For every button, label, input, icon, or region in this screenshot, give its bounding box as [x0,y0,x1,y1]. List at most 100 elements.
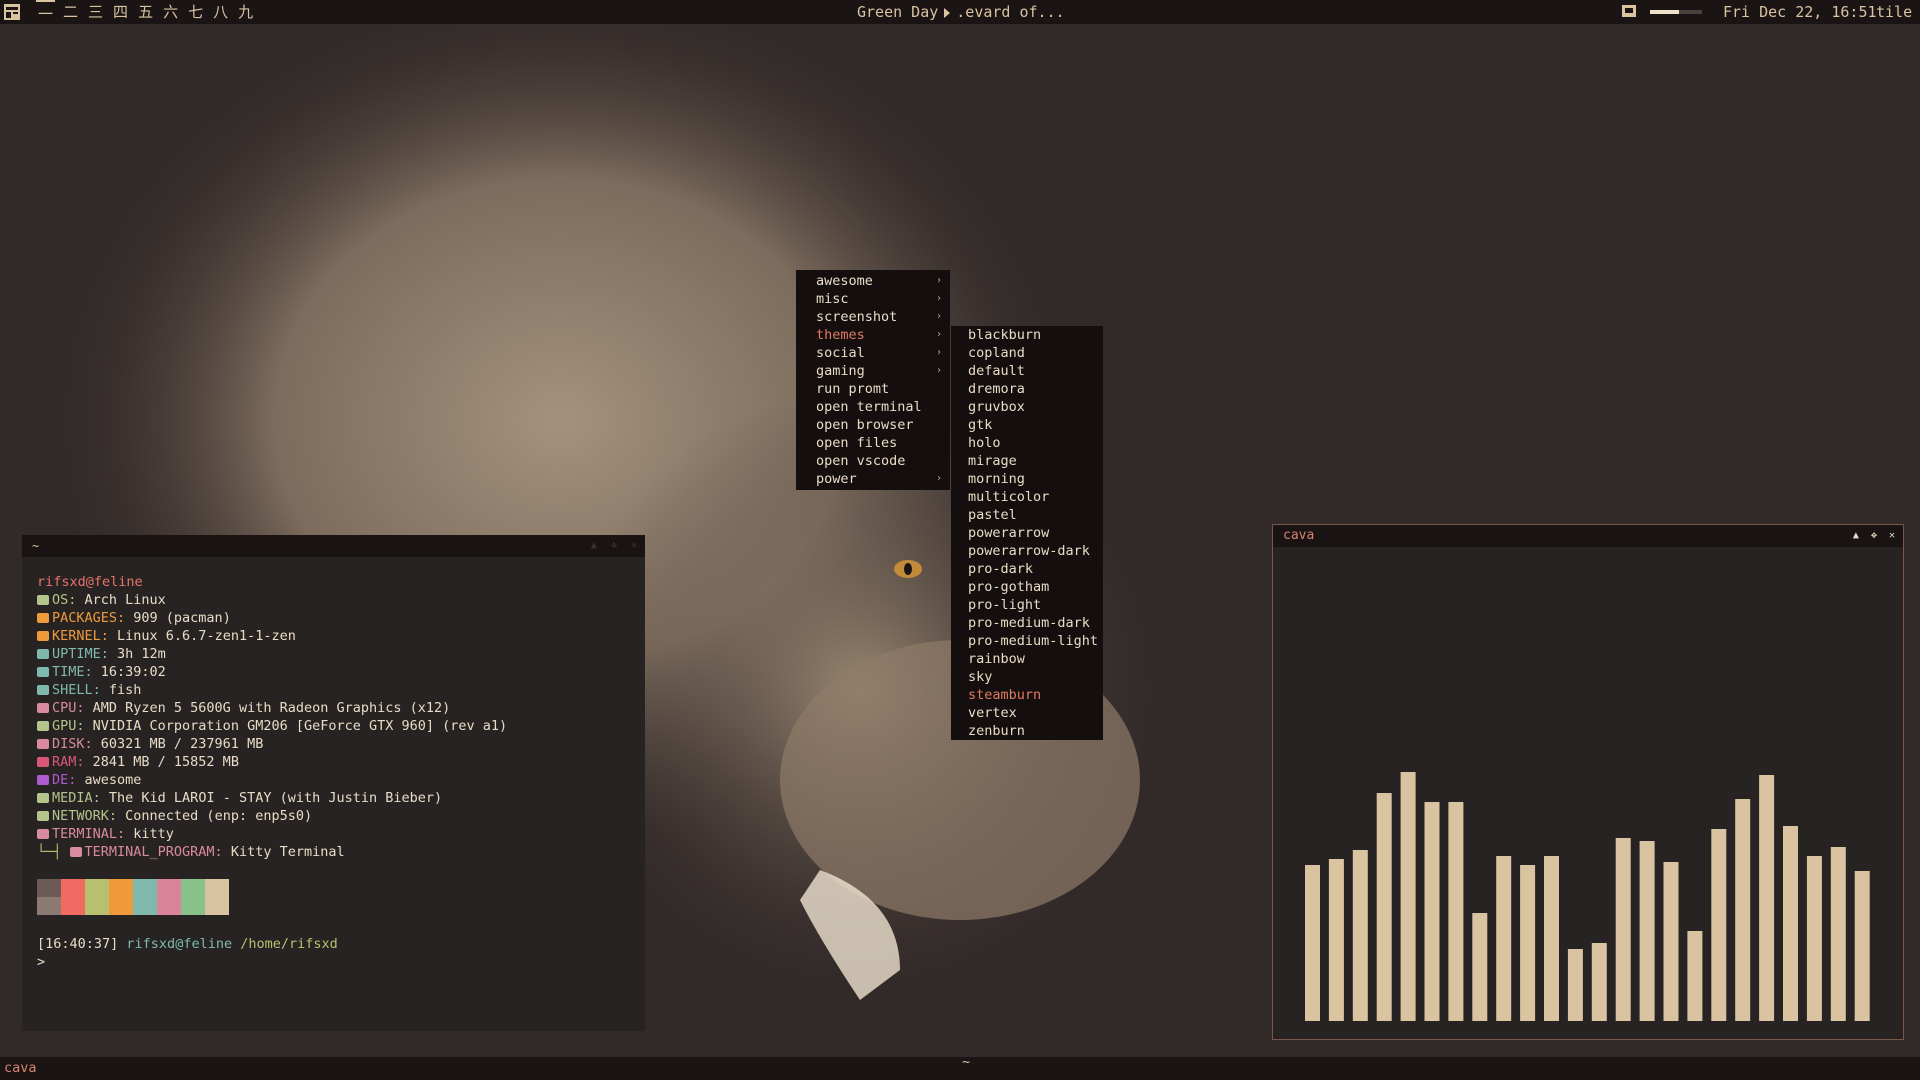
menu-item-misc[interactable]: misc › [796,290,950,308]
menu-item-open-terminal[interactable]: open terminal [796,398,950,416]
tag-5[interactable]: 五 [136,0,155,26]
tag-9[interactable]: 九 [236,0,255,26]
sysinfo-key: KERNEL: [52,628,109,644]
theme-item-pro-light[interactable]: pro-light [951,596,1103,614]
theme-item-blackburn[interactable]: blackburn [951,326,1103,344]
maximize-icon[interactable]: ▲ [591,535,597,557]
tag-1[interactable]: 一 [36,0,56,26]
clock-icon [37,667,49,677]
swatch-row [37,879,630,897]
visualizer-bar [1400,772,1416,1021]
menu-item-label: open terminal [816,399,922,415]
close-icon[interactable]: ✕ [631,535,637,557]
theme-item-pro-gotham[interactable]: pro-gotham [951,578,1103,596]
visualizer-bar [1663,862,1679,1021]
tag-4[interactable]: 四 [111,0,130,26]
clock[interactable]: Fri Dec 22, 16:51 [1723,0,1877,24]
maximize-icon[interactable]: ▲ [1853,525,1859,547]
task-cava[interactable]: cava [4,1057,37,1080]
theme-item-default[interactable]: default [951,362,1103,380]
tag-6[interactable]: 六 [161,0,180,26]
color-swatch [205,897,229,915]
terminal-titlebar[interactable]: ~ ▲ ✥ ✕ [22,535,645,557]
theme-item-pastel[interactable]: pastel [951,506,1103,524]
visualizer-bar [1376,793,1392,1021]
visualizer-bar [1544,856,1559,1021]
sysinfo-value: Arch Linux [76,592,166,608]
layout-grid-icon[interactable] [4,4,20,20]
volume-bar[interactable] [1650,10,1702,14]
sysinfo-line: RAM: 2841 MB / 15852 MB [37,753,630,771]
theme-item-zenburn[interactable]: zenburn [951,722,1103,740]
penguin-icon [37,631,49,641]
theme-item-powerarrow[interactable]: powerarrow [951,524,1103,542]
color-swatch [181,897,205,915]
sysinfo-line: TIME: 16:39:02 [37,663,630,681]
menu-item-screenshot[interactable]: screenshot › [796,308,950,326]
layout-name[interactable]: tile [1876,0,1912,24]
theme-item-vertex[interactable]: vertex [951,704,1103,722]
theme-item-dremora[interactable]: dremora [951,380,1103,398]
float-icon[interactable]: ✥ [611,535,617,557]
visualizer-bar [1687,931,1703,1021]
sysinfo-value: NVIDIA Corporation GM206 [GeForce GTX 96… [84,718,508,734]
theme-item-gruvbox[interactable]: gruvbox [951,398,1103,416]
theme-item-holo[interactable]: holo [951,434,1103,452]
color-swatch [133,879,157,897]
swatch-row [37,897,630,915]
chevron-right-icon: › [935,293,942,304]
theme-item-sky[interactable]: sky [951,668,1103,686]
theme-item-morning[interactable]: morning [951,470,1103,488]
theme-item-rainbow[interactable]: rainbow [951,650,1103,668]
theme-item-pro-dark[interactable]: pro-dark [951,560,1103,578]
prompt-path: /home/rifsxd [240,936,338,952]
menu-item-social[interactable]: social › [796,344,950,362]
theme-item-pro-medium-light[interactable]: pro-medium-light [951,632,1103,650]
menu-item-label: misc [816,291,849,307]
menu-item-label: gaming [816,363,865,379]
theme-item-copland[interactable]: copland [951,344,1103,362]
theme-item-multicolor[interactable]: multicolor [951,488,1103,506]
sysinfo-value: 909 (pacman) [125,610,231,626]
sysinfo-line: PACKAGES: 909 (pacman) [37,609,630,627]
theme-item-powerarrow-dark[interactable]: powerarrow-dark [951,542,1103,560]
menu-item-themes[interactable]: themes › [796,326,950,344]
tag-3[interactable]: 三 [86,0,105,26]
visualizer-bar [1520,865,1536,1021]
float-icon[interactable]: ✥ [1871,525,1877,547]
prompt-input[interactable]: > [37,953,630,971]
shell-icon [37,685,49,695]
media-widget[interactable]: Green Day .evard of... [857,0,1065,24]
sysinfo-value: Connected (enp: enp5s0) [117,808,313,824]
menu-item-label: social [816,345,865,361]
theme-item-steamburn[interactable]: steamburn [951,686,1103,704]
theme-item-mirage[interactable]: mirage [951,452,1103,470]
color-swatch [109,879,133,897]
theme-item-gtk[interactable]: gtk [951,416,1103,434]
menu-item-gaming[interactable]: gaming › [796,362,950,380]
cava-window[interactable]: cava ▲ ✥ ✕ [1272,524,1904,1040]
menu-item-power[interactable]: power › [796,470,950,488]
sysinfo-key: CPU: [52,700,85,716]
tag-7[interactable]: 七 [186,0,205,26]
close-icon[interactable]: ✕ [1889,525,1895,547]
visualizer-bar [1806,856,1822,1021]
terminal-body[interactable]: rifsxd@feline OS: Arch Linux PACKAGES: 90… [22,557,645,971]
menu-item-awesome[interactable]: awesome › [796,272,950,290]
menu-item-open-vscode[interactable]: open vscode [796,452,950,470]
menu-item-open-files[interactable]: open files [796,434,950,452]
visualizer-bar [1424,802,1440,1021]
tag-2[interactable]: 二 [61,0,80,26]
chevron-right-icon: › [935,365,942,376]
menu-item-run-promt[interactable]: run promt [796,380,950,398]
speaker-icon[interactable] [1622,5,1636,17]
menu-item-open-browser[interactable]: open browser [796,416,950,434]
terminal-window[interactable]: ~ ▲ ✥ ✕ rifsxd@feline OS: Arch Linux PACK… [22,535,645,1031]
tag-8[interactable]: 八 [211,0,230,26]
top-bar: 一二三四五六七八九 Green Day .evard of... Fri Dec … [0,0,1920,24]
sysinfo-line: GPU: NVIDIA Corporation GM206 [GeForce G… [37,717,630,735]
color-swatch [61,879,85,897]
theme-item-pro-medium-dark[interactable]: pro-medium-dark [951,614,1103,632]
menu-item-label: awesome [816,273,873,289]
cava-titlebar[interactable]: cava ▲ ✥ ✕ [1273,525,1903,547]
